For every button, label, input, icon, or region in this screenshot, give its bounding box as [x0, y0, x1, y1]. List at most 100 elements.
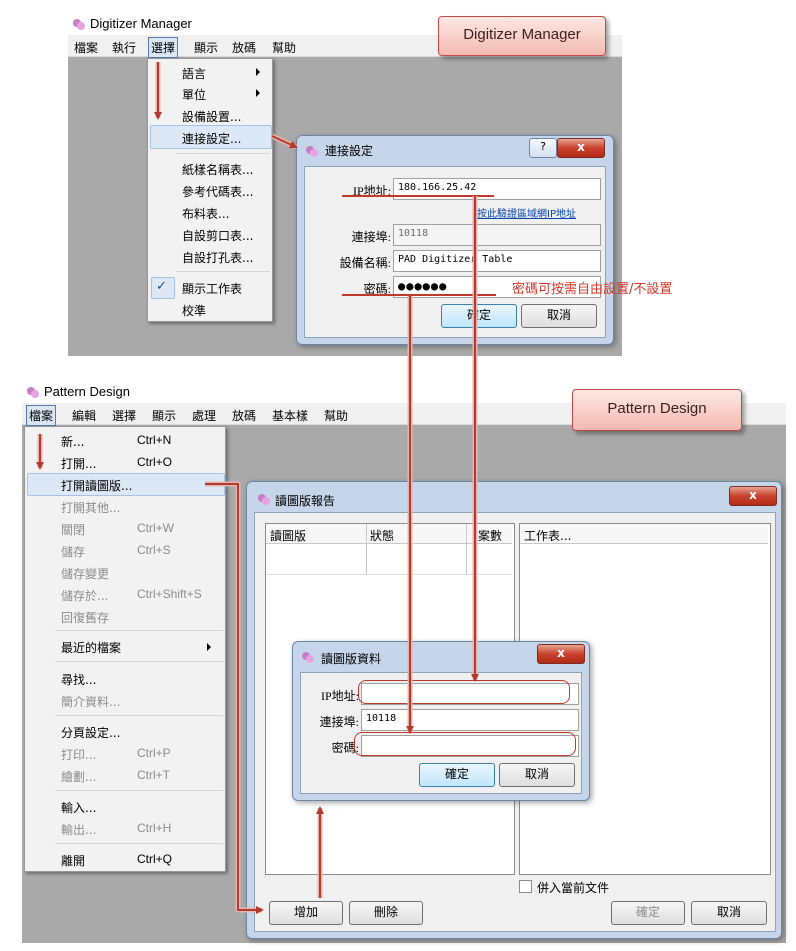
device-name-input[interactable]: PAD Digitizer Table: [393, 250, 601, 272]
pd-menu-edit[interactable]: 編輯: [72, 407, 96, 424]
info-port-input[interactable]: 10118: [361, 709, 579, 731]
menu-separator: [55, 843, 223, 844]
menu-item-fabric-table[interactable]: 布料表...: [182, 205, 229, 222]
connection-ok-button[interactable]: 確定: [441, 304, 517, 328]
info-ip-label: IP地址:: [320, 689, 359, 703]
file-menu-recent[interactable]: 最近的檔案: [61, 639, 121, 656]
device-name-label: 設備名稱:: [339, 256, 391, 270]
file-menu-export[interactable]: 輸出...: [61, 821, 96, 838]
dm-menu-run[interactable]: 執行: [112, 39, 136, 56]
file-menu-import[interactable]: 輸入...: [61, 799, 96, 816]
dm-menu-select[interactable]: 選擇: [148, 37, 179, 58]
close-button[interactable]: x: [537, 644, 585, 664]
password-underline: [342, 294, 496, 296]
file-menu-save-changes[interactable]: 儲存變更: [61, 565, 109, 582]
file-menu-print[interactable]: 打印...: [61, 746, 96, 763]
column-divider[interactable]: [466, 524, 467, 574]
column-divider[interactable]: [366, 524, 367, 574]
help-button[interactable]: ?: [529, 138, 557, 158]
dm-menu-file[interactable]: 檔案: [74, 39, 98, 56]
file-menu-close-shortcut: Ctrl+W: [137, 521, 174, 535]
check-mark-icon: ✓: [156, 279, 167, 294]
connection-cancel-button[interactable]: 取消: [521, 304, 597, 328]
app-icon: [27, 387, 39, 398]
pd-menu-basic[interactable]: 基本樣: [272, 407, 308, 424]
file-menu-info[interactable]: 簡介資料...: [61, 693, 120, 710]
pd-menu-grade[interactable]: 放碼: [232, 407, 256, 424]
col-digitizer[interactable]: 讀圖版: [270, 527, 306, 544]
close-button[interactable]: x: [729, 486, 777, 506]
pd-title: Pattern Design: [44, 384, 130, 399]
menu-item-custom-notch[interactable]: 自設剪口表...: [182, 227, 253, 244]
connection-settings-dialog: 連接設定 ? x IP地址: 180.166.25.42 按此驗證區域網IP地址…: [296, 135, 614, 345]
add-button[interactable]: 增加: [269, 901, 343, 925]
port-input: 10118: [393, 224, 601, 246]
password-highlight-oval: [354, 732, 576, 756]
report-cancel-button[interactable]: 取消: [691, 901, 767, 925]
dm-menu-view[interactable]: 顯示: [194, 39, 218, 56]
col-worksheet[interactable]: 工作表...: [524, 527, 571, 544]
menu-item-pattern-names[interactable]: 紙樣名稱表...: [182, 161, 253, 178]
menu-item-device-settings[interactable]: 設備設置...: [182, 108, 241, 125]
submenu-arrow-icon: [256, 89, 260, 97]
dm-select-dropdown: 語言 單位 設備設置... 連接設定... 紙樣名稱表... 參考代碼表... …: [147, 58, 273, 322]
file-menu-export-shortcut: Ctrl+H: [137, 821, 172, 835]
pd-menu-select[interactable]: 選擇: [112, 407, 136, 424]
file-menu-exit-shortcut: Ctrl+Q: [137, 852, 173, 866]
menu-separator: [55, 630, 223, 631]
merge-checkbox[interactable]: [519, 880, 532, 893]
file-menu-open-other[interactable]: 打開其他...: [61, 499, 120, 516]
close-button[interactable]: x: [557, 138, 605, 158]
dm-title: Digitizer Manager: [90, 16, 192, 31]
report-dialog-title: 讀圖版報告: [275, 494, 336, 508]
info-dialog-title: 讀圖版資料: [321, 652, 382, 666]
file-menu-new[interactable]: 新...: [61, 433, 84, 450]
app-icon: [306, 146, 318, 157]
file-menu-open[interactable]: 打開...: [61, 455, 96, 472]
file-menu-revert[interactable]: 回復舊存: [61, 609, 109, 626]
dm-callout: Digitizer Manager: [438, 16, 606, 56]
file-menu-close[interactable]: 關閉: [61, 521, 85, 538]
merge-label: 併入當前文件: [537, 881, 610, 895]
info-ok-button[interactable]: 確定: [419, 763, 495, 787]
info-cancel-button[interactable]: 取消: [499, 763, 575, 787]
list-header: 讀圖版 狀態 案數: [266, 524, 512, 544]
menu-item-calibrate[interactable]: 校準: [182, 302, 206, 319]
menu-item-unit[interactable]: 單位: [182, 86, 206, 103]
pd-menu-process[interactable]: 處理: [192, 407, 216, 424]
info-port-label: 連接埠:: [319, 715, 359, 729]
col-cases[interactable]: 案數: [478, 527, 502, 544]
col-status[interactable]: 狀態: [370, 527, 394, 544]
dm-menu-help[interactable]: 幫助: [272, 39, 296, 56]
file-menu-plot[interactable]: 繪劃...: [61, 768, 96, 785]
file-menu-open-digitizer[interactable]: 打開讀圖版...: [61, 477, 132, 494]
file-menu-save-as-shortcut: Ctrl+Shift+S: [137, 587, 202, 601]
menu-separator: [55, 661, 223, 662]
file-menu-page-setup[interactable]: 分頁設定...: [61, 724, 120, 741]
pd-menu-file[interactable]: 檔案: [26, 405, 57, 426]
connection-dialog-body: IP地址: 180.166.25.42 按此驗證區域網IP地址 連接埠: 101…: [304, 166, 606, 338]
menu-item-language[interactable]: 語言: [182, 65, 206, 82]
dm-menu-grade[interactable]: 放碼: [232, 39, 256, 56]
ip-highlight-oval: [358, 680, 570, 704]
submenu-arrow-icon: [256, 68, 260, 76]
pd-menu-view[interactable]: 顯示: [152, 407, 176, 424]
file-menu-exit[interactable]: 離開: [61, 852, 85, 869]
app-icon: [302, 652, 314, 663]
file-menu-save[interactable]: 儲存: [61, 543, 85, 560]
pd-callout: Pattern Design: [572, 389, 742, 431]
ip-underline: [342, 195, 494, 197]
worksheet-header: 工作表...: [520, 524, 768, 544]
pd-menu-help[interactable]: 幫助: [324, 407, 348, 424]
menu-item-custom-drill[interactable]: 自設打孔表...: [182, 249, 253, 266]
menu-item-show-worksheet[interactable]: 顯示工作表: [182, 280, 242, 297]
delete-button[interactable]: 刪除: [349, 901, 423, 925]
file-menu-save-as[interactable]: 儲存於...: [61, 587, 108, 604]
verify-ip-link[interactable]: 按此驗證區域網IP地址: [477, 205, 576, 220]
menu-item-reference-codes[interactable]: 參考代碼表...: [182, 183, 253, 200]
file-menu-print-shortcut: Ctrl+P: [137, 746, 171, 760]
file-menu-new-shortcut: Ctrl+N: [137, 433, 172, 447]
file-menu-find[interactable]: 尋找...: [61, 671, 96, 688]
menu-item-connection-settings[interactable]: 連接設定...: [182, 130, 241, 147]
port-label: 連接埠:: [351, 230, 391, 244]
